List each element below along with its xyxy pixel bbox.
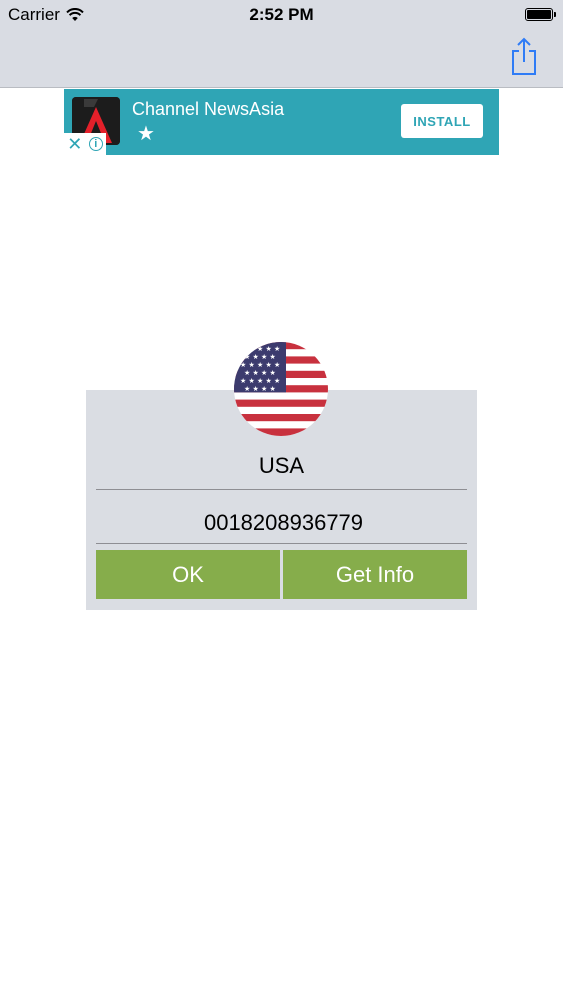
ad-close-icon[interactable]: ✕ [67, 135, 82, 153]
ad-banner[interactable]: Channel NewsAsia ★ INSTALL ✕ i [64, 89, 499, 155]
navigation-bar: Carrier 2:52 PM [0, 0, 563, 88]
ad-title: Channel NewsAsia [132, 99, 285, 119]
battery-icon [525, 8, 556, 21]
usa-flag-icon: ★ ★ ★ ★ ★ ★ ★ ★ ★ ★ ★ ★ ★ ★ ★ ★ ★ ★ ★ ★ … [234, 342, 328, 436]
share-icon[interactable] [509, 36, 539, 76]
svg-text:★ ★ ★ ★: ★ ★ ★ ★ [244, 385, 276, 393]
svg-text:★ ★ ★ ★ ★: ★ ★ ★ ★ ★ [240, 361, 280, 369]
install-button[interactable]: INSTALL [401, 104, 483, 138]
svg-text:★ ★ ★ ★: ★ ★ ★ ★ [244, 369, 276, 377]
divider-top [96, 489, 467, 490]
phone-number-input[interactable] [96, 502, 471, 544]
svg-text:★ ★ ★ ★ ★: ★ ★ ★ ★ ★ [240, 377, 280, 385]
get-info-button[interactable]: Get Info [283, 550, 467, 599]
divider-bottom [96, 543, 467, 544]
ad-rating-star-icon: ★ [137, 123, 155, 145]
ad-controls: ✕ i [64, 133, 106, 155]
svg-text:★ ★ ★ ★ ★: ★ ★ ★ ★ ★ [240, 345, 280, 353]
svg-text:★ ★ ★ ★: ★ ★ ★ ★ [244, 353, 276, 361]
ad-info-icon[interactable]: i [88, 137, 103, 151]
country-label: USA [258, 453, 305, 478]
ok-button[interactable]: OK [96, 550, 280, 599]
app-screen: Carrier 2:52 PM Channel NewsAsia ★ INSTA… [0, 0, 563, 1000]
status-time: 2:52 PM [249, 5, 314, 24]
